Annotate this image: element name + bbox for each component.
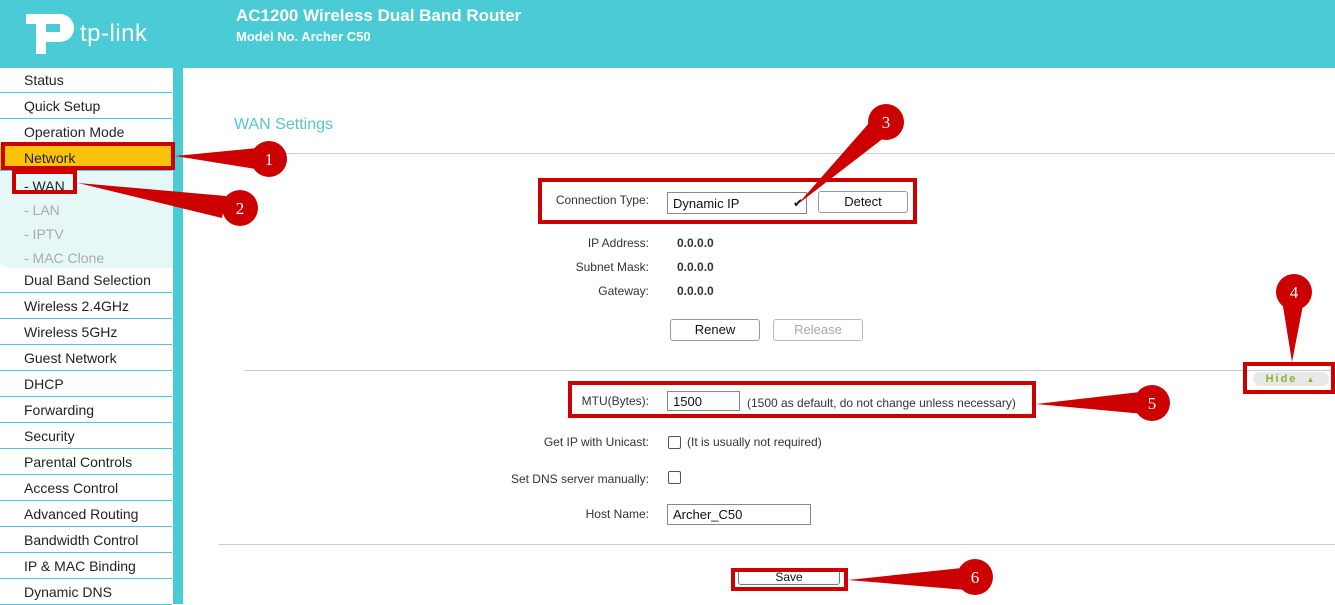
sidebar-item-guest-network[interactable]: Guest Network — [0, 346, 172, 371]
sidebar-item-forwarding[interactable]: Forwarding — [0, 398, 172, 423]
sidebar-item-security[interactable]: Security — [0, 424, 172, 449]
subnet-mask-value: 0.0.0.0 — [677, 260, 714, 274]
model-number: Model No. Archer C50 — [236, 29, 371, 44]
sidebar-subitem-iptv[interactable]: - IPTV — [24, 222, 64, 246]
sidebar-subitem-lan[interactable]: - LAN — [24, 198, 60, 222]
sidebar-subitem-mac-clone[interactable]: - MAC Clone — [24, 246, 104, 270]
sidebar-item-parental-controls[interactable]: Parental Controls — [0, 450, 172, 475]
sidebar-item-bandwidth-control[interactable]: Bandwidth Control — [0, 528, 172, 553]
host-name-input[interactable]: Archer_C50 — [667, 504, 811, 525]
sidebar-item-dynamic-dns[interactable]: Dynamic DNS — [0, 580, 172, 605]
ip-address-value: 0.0.0.0 — [677, 236, 714, 250]
divider — [244, 370, 1335, 371]
unicast-note: (It is usually not required) — [687, 435, 822, 449]
logo-text: tp-link — [80, 20, 148, 47]
ip-address-label: IP Address: — [587, 236, 649, 250]
sidebar-item-access-control[interactable]: Access Control — [0, 476, 172, 501]
sidebar-item-wireless-24ghz[interactable]: Wireless 2.4GHz — [0, 294, 172, 319]
renew-button[interactable]: Renew — [670, 319, 760, 341]
subnet-mask-label: Subnet Mask: — [575, 260, 649, 274]
main-content: WAN Settings Connection Type: Dynamic IP… — [183, 68, 1335, 604]
annotation-box-hide — [1243, 362, 1335, 394]
dns-manual-label: Set DNS server manually: — [510, 472, 649, 486]
gateway-label: Gateway: — [598, 284, 649, 298]
annotation-box-wan — [12, 170, 77, 194]
gateway-value: 0.0.0.0 — [677, 284, 714, 298]
dns-manual-checkbox[interactable] — [668, 471, 681, 484]
annotation-box-network — [1, 142, 175, 170]
header-bar: tp-link AC1200 Wireless Dual Band Router… — [0, 0, 1335, 68]
sidebar-item-dual-band-selection[interactable]: Dual Band Selection — [0, 268, 172, 293]
unicast-checkbox[interactable] — [668, 436, 681, 449]
divider — [219, 153, 1335, 154]
annotation-box-connection-type — [538, 178, 917, 224]
tp-link-logo-icon — [26, 14, 74, 54]
divider — [219, 544, 1335, 545]
page-title: AC1200 Wireless Dual Band Router — [236, 6, 522, 25]
section-title: WAN Settings — [234, 116, 333, 133]
sidebar-item-status[interactable]: Status — [0, 68, 172, 93]
host-name-label: Host Name: — [585, 507, 649, 521]
annotation-box-save — [731, 568, 848, 591]
sidebar-item-quick-setup[interactable]: Quick Setup — [0, 94, 172, 119]
release-button[interactable]: Release — [773, 319, 863, 341]
annotation-box-mtu — [568, 381, 1036, 418]
unicast-label: Get IP with Unicast: — [543, 435, 649, 449]
sidebar-item-wireless-5ghz[interactable]: Wireless 5GHz — [0, 320, 172, 345]
sidebar-item-ip-mac-binding[interactable]: IP & MAC Binding — [0, 554, 172, 579]
sidebar-item-dhcp[interactable]: DHCP — [0, 372, 172, 397]
sidebar-item-advanced-routing[interactable]: Advanced Routing — [0, 502, 172, 527]
